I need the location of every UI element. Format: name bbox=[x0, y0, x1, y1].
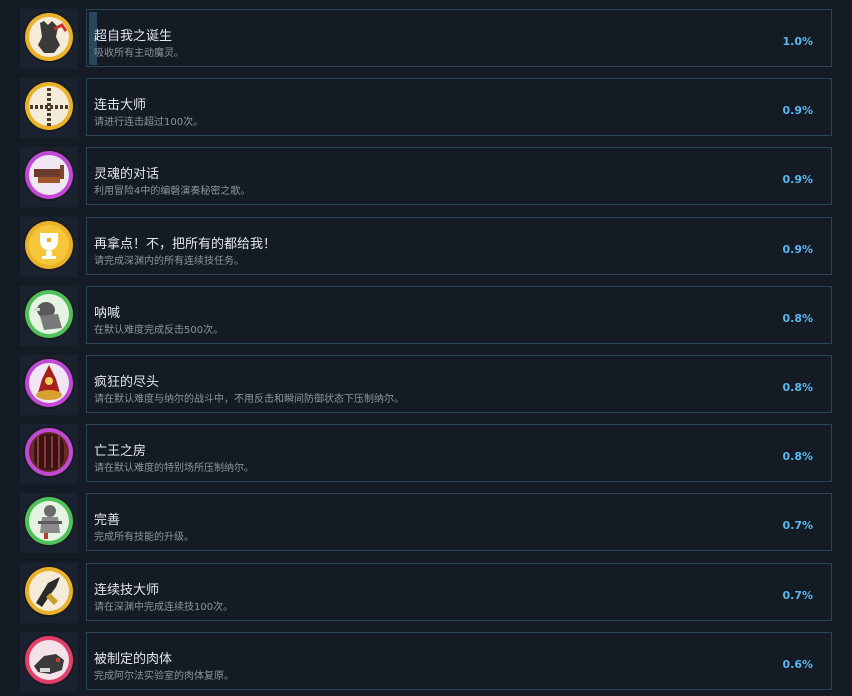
achievement-title: 超自我之诞生 bbox=[94, 29, 173, 44]
achievement-icon bbox=[20, 78, 78, 138]
achievement-row[interactable]: 亡王之房请在默认难度的特别场所压制纳尔。 0.8% bbox=[0, 424, 852, 484]
achievement-title: 亡王之房 bbox=[94, 444, 147, 459]
achievement-description: 请进行连击超过100次。 bbox=[94, 117, 204, 128]
achievement-description: 请在默认难度与纳尔的战斗中，不用反击和瞬间防御状态下压制纳尔。 bbox=[94, 394, 404, 405]
achievement-title: 呐喊 bbox=[94, 306, 121, 321]
achievement-row[interactable]: 完善完成所有技能的升级。 0.7% bbox=[0, 493, 852, 553]
achievement-row[interactable]: 被制定的肉体完成阿尔法实验室的肉体复原。 0.6% bbox=[0, 632, 852, 692]
achievement-description: 请完成深渊内的所有连续技任务。 bbox=[94, 256, 244, 267]
achievement-title: 被制定的肉体 bbox=[94, 652, 173, 667]
achievement-card[interactable]: 亡王之房请在默认难度的特别场所压制纳尔。 0.8% bbox=[86, 424, 832, 482]
unlock-percentage: 1.0% bbox=[782, 35, 813, 48]
achievement-card[interactable]: 再拿点！不，把所有的都给我！ 请完成深渊内的所有连续技任务。 0.9% bbox=[86, 217, 832, 275]
achievement-card[interactable]: 完善完成所有技能的升级。 0.7% bbox=[86, 493, 832, 551]
achievement-icon bbox=[20, 9, 78, 69]
achievement-icon bbox=[20, 355, 78, 415]
unlock-percentage: 0.9% bbox=[782, 104, 813, 117]
demon-figure-icon bbox=[23, 11, 75, 63]
achievement-icon bbox=[20, 563, 78, 623]
achievement-row[interactable]: 灵魂的对话利用冒险4中的编磬演奏秘密之歌。 0.9% bbox=[0, 147, 852, 207]
achievement-card[interactable]: 超自我之诞生吸收所有主动魔灵。 1.0% bbox=[86, 9, 832, 67]
achievement-row[interactable]: 连续技大师请在深渊中完成连续技100次。 0.7% bbox=[0, 563, 852, 623]
achievement-row[interactable]: 连击大师请进行连击超过100次。 0.9% bbox=[0, 78, 852, 138]
cross-chain-icon bbox=[23, 80, 75, 132]
achievement-row[interactable]: 呐喊在默认难度完成反击500次。 0.8% bbox=[0, 286, 852, 346]
achievement-icon bbox=[20, 147, 78, 207]
unlock-percentage: 0.8% bbox=[782, 381, 813, 394]
warrior-icon bbox=[23, 495, 75, 547]
instrument-icon bbox=[23, 149, 75, 201]
achievement-description: 利用冒险4中的编磬演奏秘密之歌。 bbox=[94, 186, 251, 197]
achievement-title: 再拿点！不，把所有的都给我！ bbox=[94, 237, 277, 252]
achievement-description: 请在深渊中完成连续技100次。 bbox=[94, 602, 234, 613]
unlock-percentage: 0.7% bbox=[782, 589, 813, 602]
achievement-title: 连续技大师 bbox=[94, 583, 160, 598]
unlock-percentage: 0.9% bbox=[782, 243, 813, 256]
achievement-card[interactable]: 灵魂的对话利用冒险4中的编磬演奏秘密之歌。 0.9% bbox=[86, 147, 832, 205]
unlock-percentage: 0.7% bbox=[782, 519, 813, 532]
achievement-card[interactable]: 连击大师请进行连击超过100次。 0.9% bbox=[86, 78, 832, 136]
achievement-row[interactable]: 疯狂的尽头请在默认难度与纳尔的战斗中，不用反击和瞬间防御状态下压制纳尔。 0.8% bbox=[0, 355, 852, 415]
achievement-card[interactable]: 疯狂的尽头请在默认难度与纳尔的战斗中，不用反击和瞬间防御状态下压制纳尔。 0.8% bbox=[86, 355, 832, 413]
achievement-row[interactable]: 再拿点！不，把所有的都给我！ 请完成深渊内的所有连续技任务。 0.9% bbox=[0, 217, 852, 277]
achievement-description: 在默认难度完成反击500次。 bbox=[94, 325, 224, 336]
unlock-percentage: 0.9% bbox=[782, 173, 813, 186]
achievement-icon bbox=[20, 286, 78, 346]
door-icon bbox=[23, 426, 75, 478]
unlock-percentage: 0.6% bbox=[782, 658, 813, 671]
achievement-icon bbox=[20, 424, 78, 484]
fire-boss-icon bbox=[23, 357, 75, 409]
achievement-title: 疯狂的尽头 bbox=[94, 375, 160, 390]
achievement-list: 超自我之诞生 吸收所有主动魔灵。 1.0% 连击大师 请进行连击超过100次。 0.9% 灵… bbox=[0, 0, 852, 696]
achievement-card[interactable]: 呐喊在默认难度完成反击500次。 0.8% bbox=[86, 286, 832, 344]
achievement-icon bbox=[20, 493, 78, 553]
unlock-percentage: 0.8% bbox=[782, 450, 813, 463]
achievement-card[interactable]: 被制定的肉体完成阿尔法实验室的肉体复原。 0.6% bbox=[86, 632, 832, 690]
achievement-card[interactable]: 连续技大师请在深渊中完成连续技100次。 0.7% bbox=[86, 563, 832, 621]
dark-slash-icon bbox=[23, 565, 75, 617]
achievement-description: 完成所有技能的升级。 bbox=[94, 532, 194, 543]
achievement-icon bbox=[20, 217, 78, 277]
achievement-description: 请在默认难度的特别场所压制纳尔。 bbox=[94, 463, 254, 474]
achievement-description: 完成阿尔法实验室的肉体复原。 bbox=[94, 671, 234, 682]
achievement-title: 连击大师 bbox=[94, 98, 147, 113]
achievement-description: 吸收所有主动魔灵。 bbox=[94, 48, 184, 59]
achievement-title: 灵魂的对话 bbox=[94, 167, 160, 182]
unlock-percentage: 0.8% bbox=[782, 312, 813, 325]
achievement-row[interactable]: 超自我之诞生吸收所有主动魔灵。 1.0% bbox=[0, 9, 852, 69]
shouting-figure-icon bbox=[23, 288, 75, 340]
achievement-title: 完善 bbox=[94, 513, 121, 528]
trophy-icon bbox=[23, 219, 75, 271]
achievement-icon bbox=[20, 632, 78, 692]
creature-icon bbox=[23, 634, 75, 686]
